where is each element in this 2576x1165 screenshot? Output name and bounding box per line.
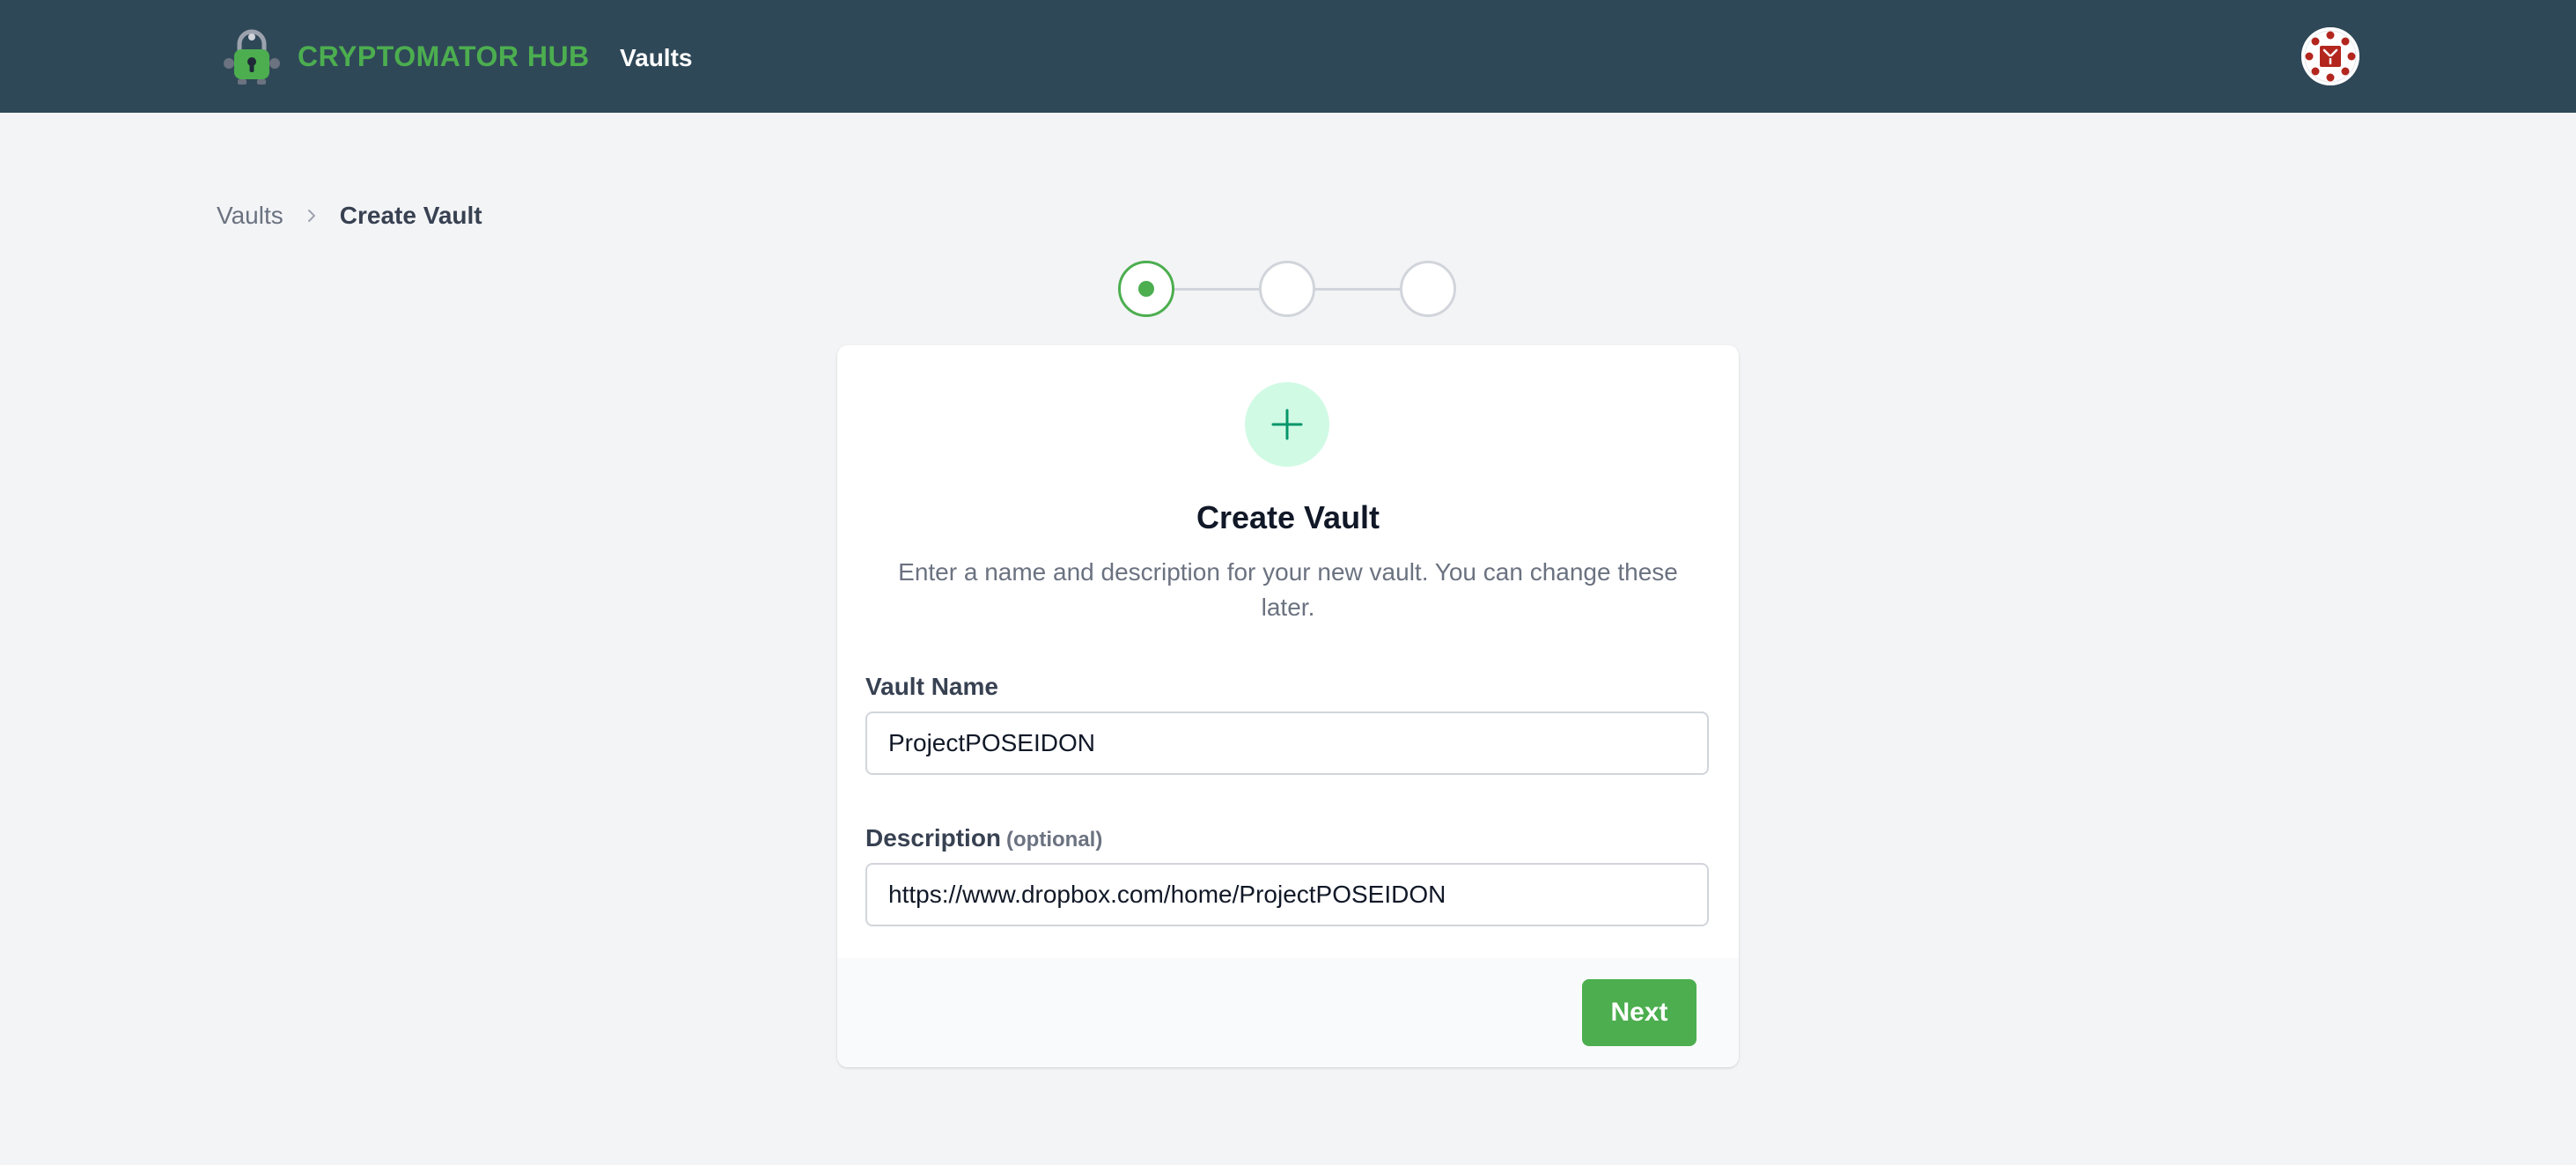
step-2: [1259, 261, 1315, 317]
step-connector: [1173, 288, 1259, 291]
step-3: [1400, 261, 1456, 317]
progress-stepper: [1118, 261, 1456, 317]
description-label-text: Description: [865, 824, 1002, 852]
nav-link-vaults[interactable]: Vaults: [620, 39, 692, 77]
chevron-right-icon: [307, 210, 315, 222]
brand-title[interactable]: CRYPTOMATOR HUB: [298, 35, 590, 77]
card-title: Create Vault: [1196, 499, 1380, 535]
vault-name-input[interactable]: [865, 712, 1709, 775]
description-input[interactable]: [865, 863, 1709, 926]
optional-hint: (optional): [1006, 828, 1103, 852]
breadcrumb: Vaults Create Vault: [217, 197, 482, 234]
breadcrumb-current: Create Vault: [339, 202, 482, 229]
breadcrumb-vaults-link[interactable]: Vaults: [217, 197, 283, 234]
user-avatar-icon[interactable]: [2301, 27, 2359, 85]
vault-name-label: Vault Name: [865, 673, 998, 700]
step-connector: [1314, 288, 1400, 291]
next-button[interactable]: Next: [1582, 979, 1696, 1046]
card-footer: Next: [837, 958, 1739, 1067]
card-description: Enter a name and description for your ne…: [898, 558, 1678, 621]
description-label: Description (optional): [865, 821, 1102, 858]
create-vault-card: Create Vault Enter a name and descriptio…: [837, 345, 1739, 1067]
step-current-dot: [1138, 281, 1154, 297]
cryptomator-robot-lock-icon: [224, 29, 280, 85]
top-navigation-bar: CRYPTOMATOR HUB Vaults: [0, 0, 2576, 113]
plus-icon: [1245, 382, 1329, 467]
step-1-current: [1118, 261, 1174, 317]
